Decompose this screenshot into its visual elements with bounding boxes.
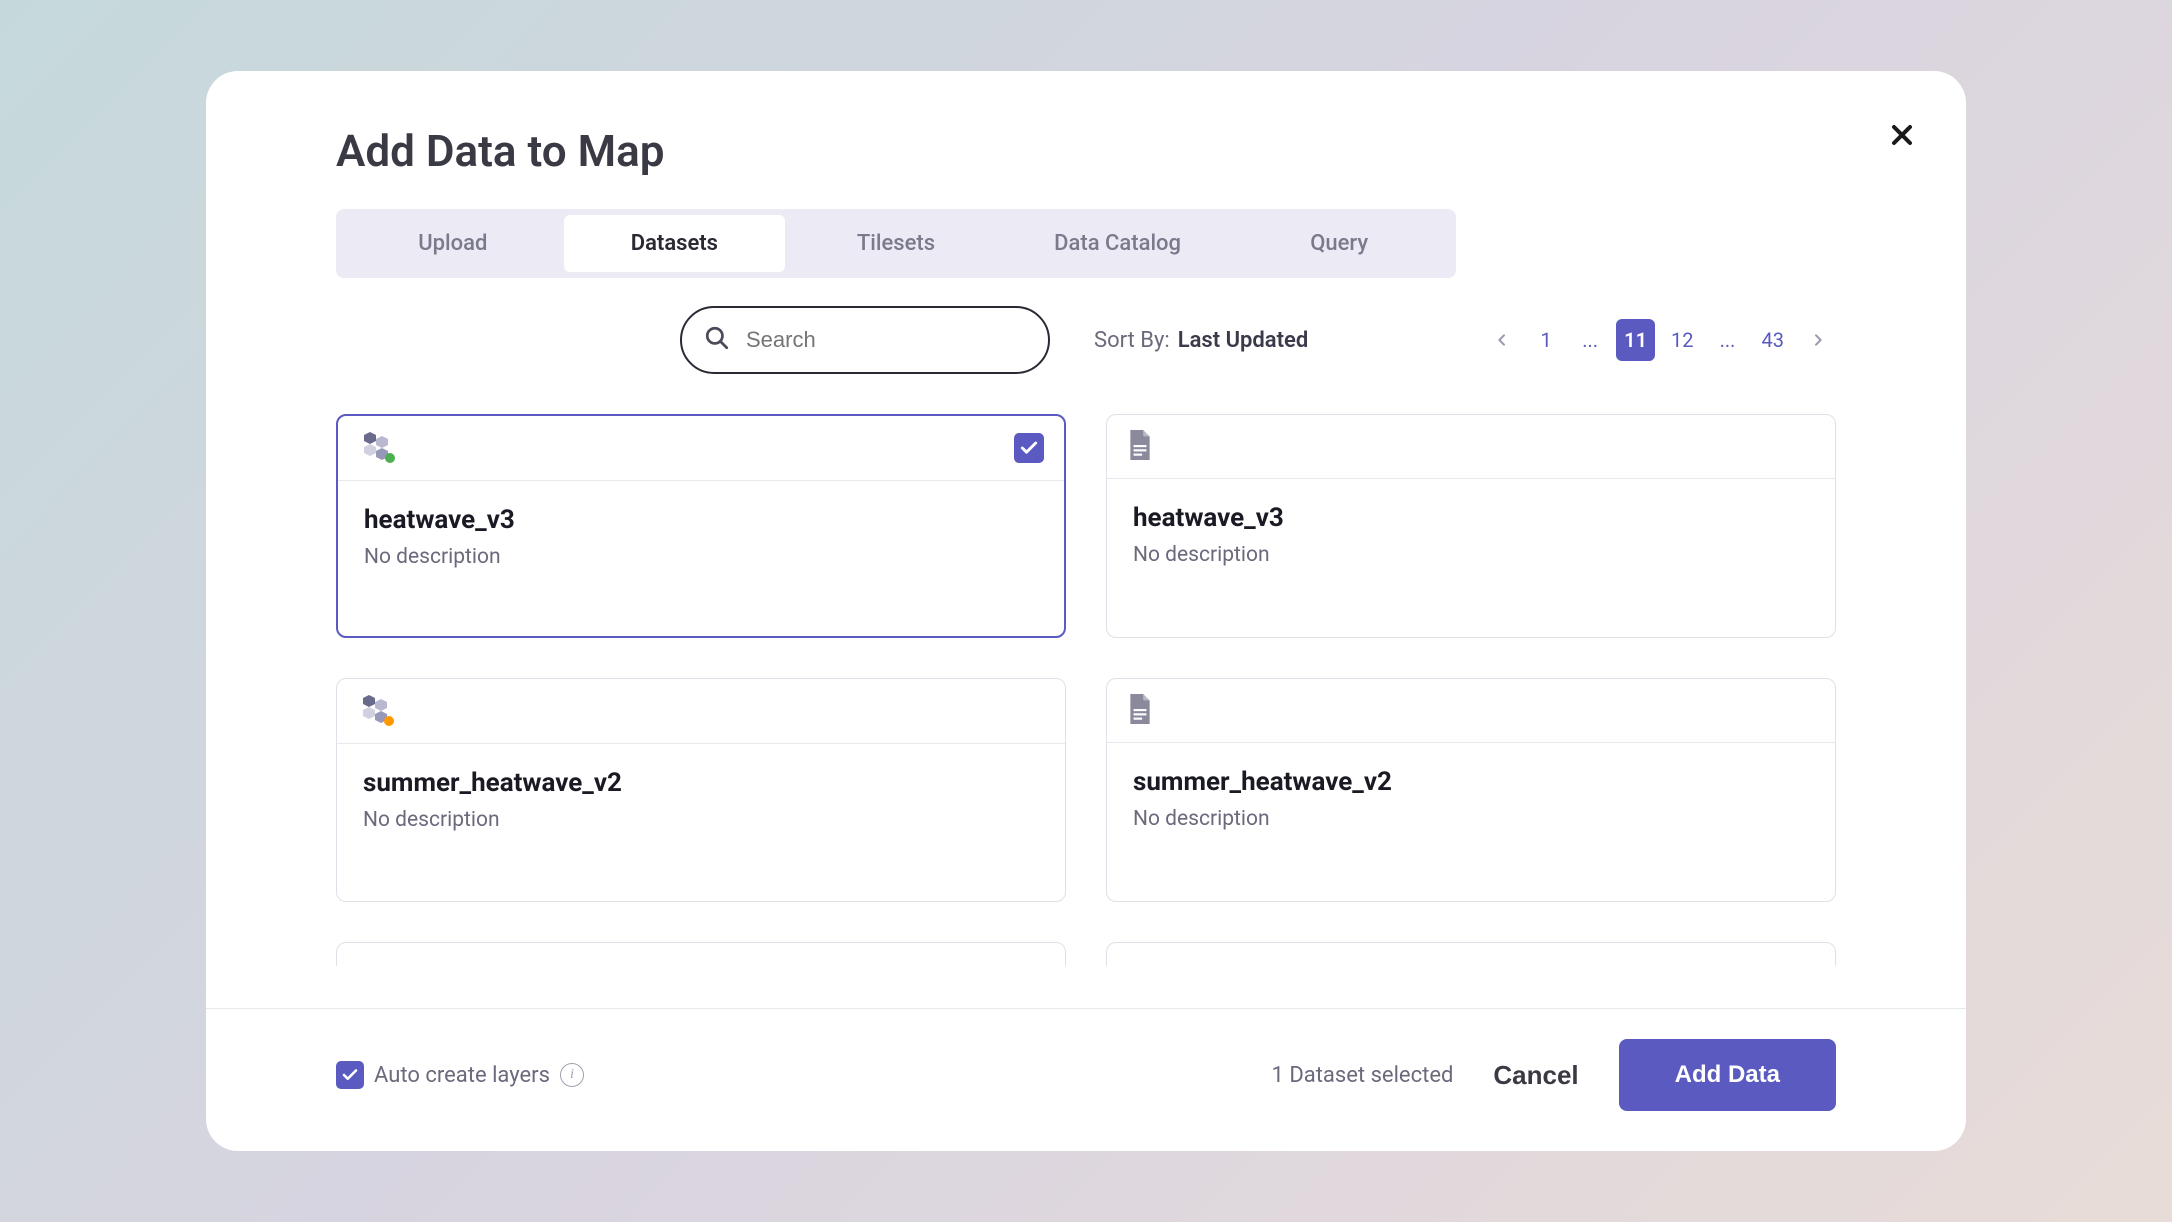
card-body: heatwave_v3 No description [338,481,1064,593]
cards-grid: heatwave_v3 No description heatwave_v3 No d… [336,414,1836,902]
tab-upload[interactable]: Upload [342,215,564,272]
page-43[interactable]: 43 [1754,319,1792,361]
file-icon [1127,694,1153,728]
cards-partial-row [336,942,1836,966]
sort-by[interactable]: Sort By: Last Updated [1094,328,1308,353]
footer-actions: 1 Dataset selected Cancel Add Data [1272,1039,1837,1111]
pagination: 1...1112...43 [1484,319,1836,361]
search-input[interactable] [680,306,1050,374]
search-icon [704,325,730,355]
card-title: summer_heatwave_v2 [363,768,1039,798]
sort-label: Sort By: [1094,328,1170,353]
auto-create-label: Auto create layers [374,1063,550,1088]
hexbin-icon [358,430,400,466]
card-partial[interactable] [1106,942,1836,966]
controls-row: Sort By: Last Updated 1...1112...43 [336,306,1836,374]
hexbin-icon [357,693,399,729]
card-body: heatwave_v3 No description [1107,479,1835,591]
card-header [1107,415,1835,479]
tab-query[interactable]: Query [1228,215,1450,272]
modal-header: Add Data to Map [206,71,1966,177]
chevron-right-icon [1810,332,1826,348]
sort-value: Last Updated [1178,328,1309,353]
page-11[interactable]: 11 [1616,319,1655,361]
add-data-modal: Add Data to Map UploadDatasetsTilesetsDa… [206,71,1966,1151]
dataset-card[interactable]: summer_heatwave_v2 No description [1106,678,1836,902]
card-body: summer_heatwave_v2 No description [1107,743,1835,855]
card-description: No description [363,808,1039,832]
tab-datasets[interactable]: Datasets [564,215,786,272]
card-title: summer_heatwave_v2 [1133,767,1809,797]
page-ellipsis: ... [1710,319,1746,361]
auto-create-layers-toggle[interactable]: Auto create layers i [336,1061,584,1089]
dataset-card[interactable]: summer_heatwave_v2 No description [336,678,1066,902]
page-1[interactable]: 1 [1528,319,1564,361]
card-description: No description [1133,543,1809,567]
chevron-left-icon [1494,332,1510,348]
dataset-card[interactable]: heatwave_v3 No description [1106,414,1836,638]
card-partial[interactable] [336,942,1066,966]
info-icon[interactable]: i [560,1063,584,1087]
search-container [680,306,1050,374]
card-title: heatwave_v3 [1133,503,1809,533]
page-ellipsis: ... [1572,319,1608,361]
tab-tilesets[interactable]: Tilesets [785,215,1007,272]
modal-title: Add Data to Map [336,125,1836,177]
page-prev[interactable] [1484,319,1520,361]
file-icon [1127,430,1153,464]
add-data-button[interactable]: Add Data [1619,1039,1836,1111]
checkbox-checked-icon [336,1061,364,1089]
close-button[interactable] [1886,119,1918,151]
card-title: heatwave_v3 [364,505,1038,535]
close-icon [1890,123,1914,147]
dataset-card[interactable]: heatwave_v3 No description [336,414,1066,638]
card-header [1107,679,1835,743]
checkbox-checked-icon [1014,433,1044,463]
page-12[interactable]: 12 [1663,319,1701,361]
card-header [337,679,1065,744]
modal-footer: Auto create layers i 1 Dataset selected … [206,1008,1966,1151]
page-next[interactable] [1800,319,1836,361]
tab-data-catalog[interactable]: Data Catalog [1007,215,1229,272]
card-description: No description [364,545,1038,569]
cancel-button[interactable]: Cancel [1493,1060,1578,1091]
card-header [338,416,1064,481]
card-description: No description [1133,807,1809,831]
tabs-container: UploadDatasetsTilesetsData CatalogQuery [336,209,1456,278]
selection-count: 1 Dataset selected [1272,1063,1454,1088]
card-body: summer_heatwave_v2 No description [337,744,1065,856]
